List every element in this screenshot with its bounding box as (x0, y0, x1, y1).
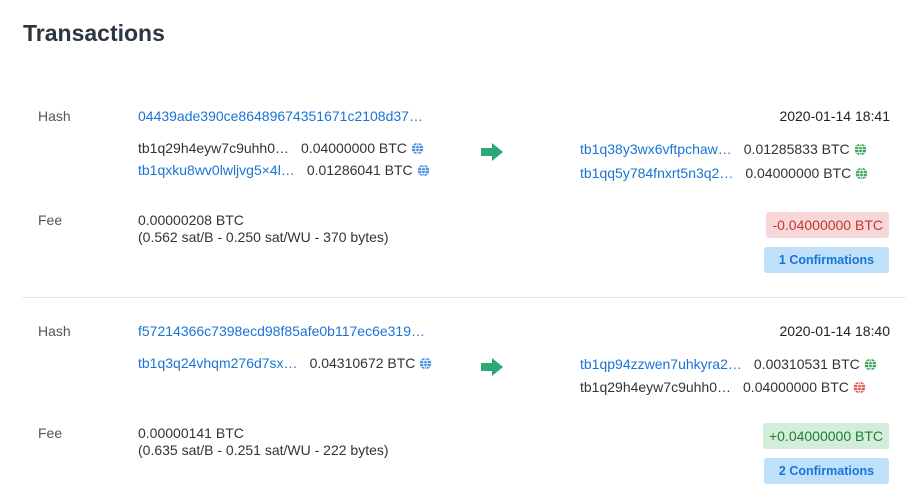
globe-green-icon[interactable] (854, 143, 867, 156)
input-row: tb1q3q24vhqm276d7sx… 0.04310672 BTC (138, 355, 432, 371)
output-row: tb1q38y3wx6vftpchaw… 0.01285833 BTC (580, 141, 867, 157)
output-row: tb1qq5y784fnxrt5n3q2… 0.04000000 BTC (580, 165, 868, 181)
globe-blue-icon[interactable] (419, 357, 432, 370)
transaction-time: 2020-01-14 18:41 (779, 108, 890, 124)
output-amount: 0.04000000 BTC (745, 165, 852, 181)
input-row: tb1q29h4eyw7c9uhh0… 0.04000000 BTC (138, 140, 424, 156)
transaction-time: 2020-01-14 18:40 (779, 323, 890, 339)
fee-detail: (0.562 sat/B - 0.250 sat/WU - 370 bytes) (138, 229, 389, 245)
output-amount: 0.00310531 BTC (753, 356, 860, 372)
fee-detail: (0.635 sat/B - 0.251 sat/WU - 222 bytes) (138, 442, 389, 458)
output-address: tb1q29h4eyw7c9uhh0… (580, 379, 732, 395)
input-amount: 0.04310672 BTC (309, 355, 416, 371)
transaction-hash-link[interactable]: f57214366c7398ecd98f85afe0b117ec6e319… (138, 323, 425, 339)
output-address-link[interactable]: tb1q38y3wx6vftpchaw… (580, 141, 732, 157)
input-address: tb1q29h4eyw7c9uhh0… (138, 140, 290, 156)
fee-value: 0.00000208 BTC (138, 212, 244, 228)
input-address-link[interactable]: tb1q3q24vhqm276d7sx… (138, 355, 298, 371)
divider (22, 297, 906, 298)
net-amount-badge: +0.04000000 BTC (762, 423, 889, 449)
confirmations-badge[interactable]: 1 Confirmations (764, 247, 889, 273)
arrow-right-icon (481, 358, 503, 376)
input-amount: 0.04000000 BTC (301, 140, 407, 156)
globe-green-icon[interactable] (864, 358, 877, 371)
transaction-hash-link[interactable]: 04439ade390ce86489674351671c2108d37… (138, 108, 423, 124)
output-amount: 0.01285833 BTC (743, 141, 850, 157)
input-address-link[interactable]: tb1qxku8wv0lwljvg5×4l… (138, 162, 295, 178)
confirmations-badge[interactable]: 2 Confirmations (764, 458, 889, 484)
input-row: tb1qxku8wv0lwljvg5×4l… 0.01286041 BTC (138, 162, 430, 178)
globe-blue-icon[interactable] (411, 142, 424, 155)
output-address-link[interactable]: tb1qp94zzwen7uhkyra2… (580, 356, 742, 372)
hash-label: Hash (38, 108, 71, 124)
output-row: tb1qp94zzwen7uhkyra2… 0.00310531 BTC (580, 356, 877, 372)
fee-value: 0.00000141 BTC (138, 425, 244, 441)
globe-blue-icon[interactable] (417, 164, 430, 177)
transaction-card: Hash 04439ade390ce86489674351671c2108d37… (22, 98, 906, 298)
transactions-page: Transactions Hash 04439ade390ce864896743… (0, 0, 908, 494)
output-amount: 0.04000000 BTC (743, 379, 849, 395)
fee-label: Fee (38, 212, 63, 228)
hash-label: Hash (38, 323, 71, 339)
net-amount-badge: -0.04000000 BTC (766, 212, 889, 238)
transaction-card: Hash f57214366c7398ecd98f85afe0b117ec6e3… (22, 313, 906, 494)
page-title: Transactions (23, 20, 165, 46)
fee-label: Fee (38, 425, 63, 441)
globe-green-icon[interactable] (855, 167, 868, 180)
input-amount: 0.01286041 BTC (306, 162, 413, 178)
output-address-link[interactable]: tb1qq5y784fnxrt5n3q2… (580, 165, 733, 181)
globe-red-icon[interactable] (853, 381, 866, 394)
output-row: tb1q29h4eyw7c9uhh0… 0.04000000 BTC (580, 379, 866, 395)
arrow-right-icon (481, 143, 503, 161)
